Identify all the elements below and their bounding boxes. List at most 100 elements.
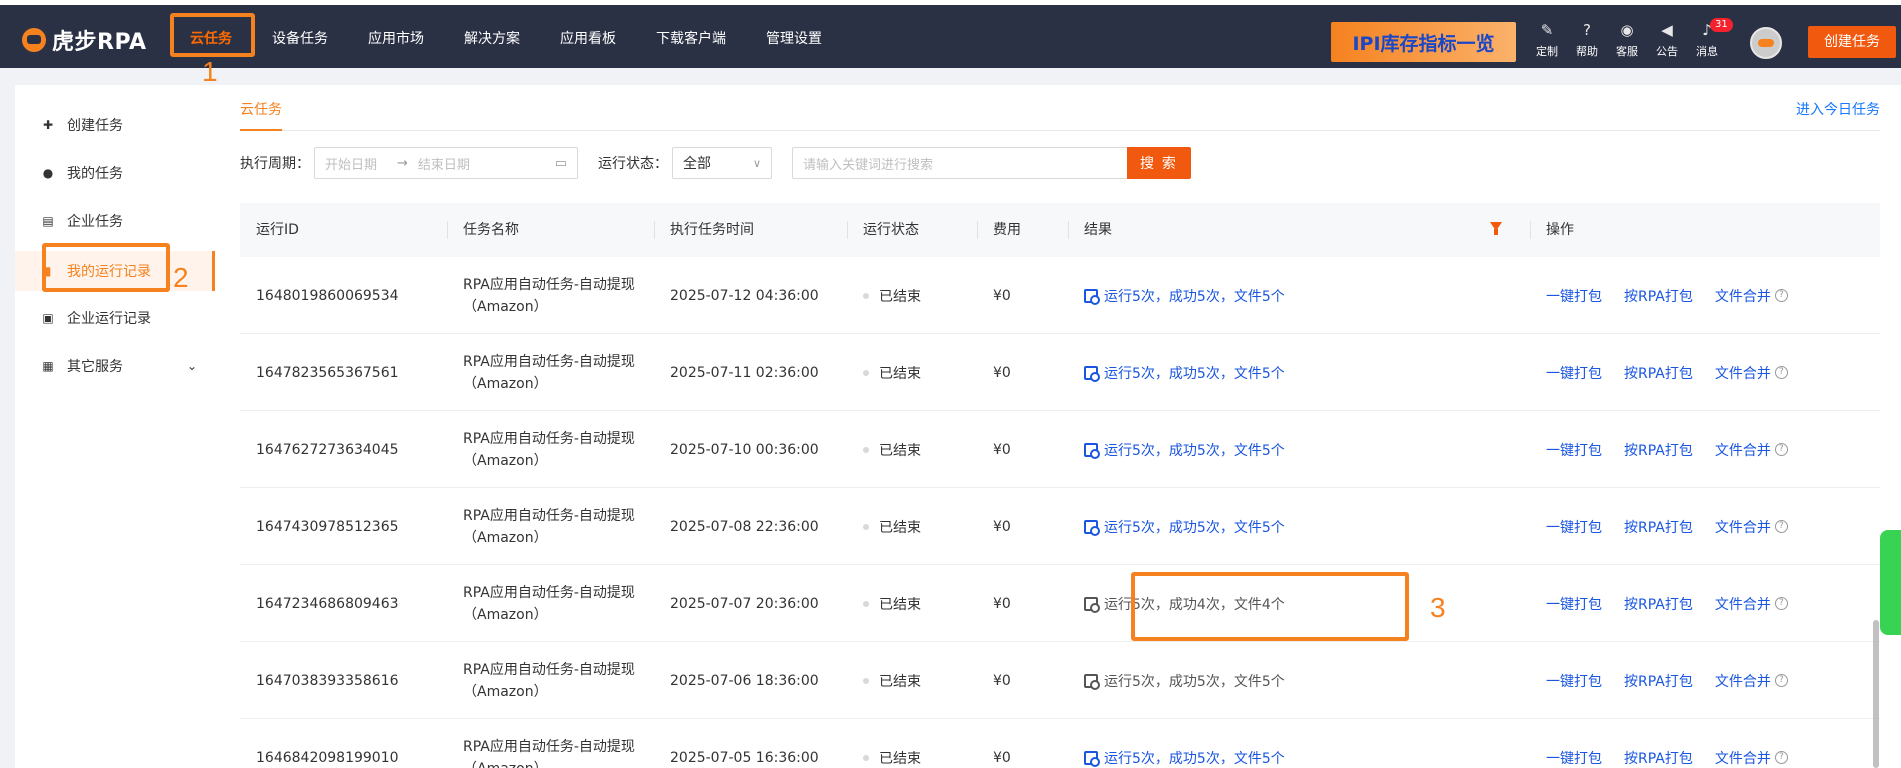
nav-app-market[interactable]: 应用市场 — [348, 15, 444, 63]
result-text: 运行5次，成功5次，文件5个 — [1104, 442, 1285, 459]
status-cell: 已结束 — [847, 257, 921, 334]
merge-files-button[interactable]: 文件合并 — [1715, 671, 1771, 691]
table-header: 运行ID 任务名称 执行任务时间 运行状态 费用 结果 操作 — [240, 203, 1880, 257]
pack-by-rpa-button[interactable]: 按RPA打包 — [1624, 594, 1693, 614]
exec-time-cell: 2025-07-07 20:36:00 — [670, 595, 819, 612]
brand-logo[interactable]: 虎步RPA — [22, 25, 147, 55]
tool-customize[interactable]: ✎ 定制 — [1530, 22, 1564, 59]
sidebar-item-create-task[interactable]: ✚ 创建任务 — [15, 105, 215, 145]
question-circle-icon[interactable]: ? — [1774, 520, 1788, 533]
sidebar-item-enterprise-tasks[interactable]: ▤ 企业任务 — [15, 201, 215, 241]
create-task-button[interactable]: 创建任务 — [1808, 26, 1896, 58]
pack-button[interactable]: 一键打包 — [1546, 517, 1602, 537]
col-task-name: 任务名称 — [447, 203, 519, 257]
start-date-input[interactable]: 开始日期 — [325, 154, 377, 173]
pack-by-rpa-button[interactable]: 按RPA打包 — [1624, 363, 1693, 383]
tab-bar: 云任务 进入今日任务 — [240, 85, 1880, 131]
status-text: 已结束 — [879, 442, 921, 459]
tool-support[interactable]: ◉ 客服 — [1610, 22, 1644, 59]
status-select[interactable]: 全部 ∨ — [672, 147, 772, 179]
pack-button[interactable]: 一键打包 — [1546, 748, 1602, 768]
filter-bar: 执行周期： 开始日期 → 结束日期 ▭ 运行状态： 全部 ∨ 请输入关键词进行搜… — [240, 147, 1191, 179]
user-avatar[interactable] — [1750, 27, 1782, 59]
actions-cell: 一键打包 按RPA打包 文件合并? — [1530, 257, 1788, 334]
tool-announcement[interactable]: ◀ 公告 — [1650, 22, 1684, 59]
status-dot-icon — [863, 446, 869, 453]
question-circle-icon[interactable]: ? — [1774, 674, 1788, 687]
task-name-line1: RPA应用自动任务-自动提现 — [463, 430, 635, 447]
ipi-banner[interactable]: IPI库存指标一览 — [1331, 22, 1516, 62]
headset-icon: ◉ — [1620, 21, 1634, 39]
floating-assistant-widget[interactable] — [1880, 530, 1901, 635]
pack-by-rpa-button[interactable]: 按RPA打包 — [1624, 671, 1693, 691]
sidebar-item-other-services[interactable]: ▦ 其它服务 ⌄ — [15, 346, 215, 386]
merge-files-button[interactable]: 文件合并 — [1715, 363, 1771, 383]
tab-cloud-task[interactable]: 云任务 — [240, 99, 282, 131]
megaphone-icon: ◀ — [1661, 21, 1673, 39]
pack-by-rpa-button[interactable]: 按RPA打包 — [1624, 440, 1693, 460]
tool-label: 帮助 — [1576, 45, 1598, 58]
merge-files-button[interactable]: 文件合并 — [1715, 517, 1771, 537]
pack-button[interactable]: 一键打包 — [1546, 594, 1602, 614]
end-date-input[interactable]: 结束日期 — [418, 154, 470, 173]
merge-files-button[interactable]: 文件合并 — [1715, 748, 1771, 768]
task-name-line1: RPA应用自动任务-自动提现 — [463, 661, 635, 678]
fee-cell: ¥0 — [993, 441, 1011, 458]
tool-help[interactable]: ? 帮助 — [1570, 22, 1604, 59]
status-cell: 已结束 — [847, 642, 921, 719]
sidebar-item-enterprise-run-records[interactable]: ▣ 企业运行记录 — [15, 298, 215, 338]
result-text: 运行5次，成功5次，文件5个 — [1104, 365, 1285, 382]
sidebar: ✚ 创建任务 ● 我的任务 ▤ 企业任务 ▮ 我的运行记录 ▣ 企业运行记录 ▦… — [15, 85, 215, 768]
filter-icon[interactable] — [1490, 222, 1502, 235]
pack-button[interactable]: 一键打包 — [1546, 671, 1602, 691]
today-tasks-link[interactable]: 进入今日任务 — [1796, 99, 1880, 119]
report-search-icon — [1084, 519, 1100, 536]
result-cell: 运行5次，成功5次，文件5个 — [1068, 642, 1285, 719]
fee-cell: ¥0 — [993, 595, 1011, 612]
table-row: 1648019860069534 RPA应用自动任务-自动提现 （Amazon） 20… — [240, 257, 1880, 334]
nav-app-dashboard[interactable]: 应用看板 — [540, 15, 636, 63]
search-button[interactable]: 搜 索 — [1127, 147, 1191, 179]
merge-files-button[interactable]: 文件合并 — [1715, 440, 1771, 460]
task-name-line2: （Amazon） — [463, 298, 548, 315]
date-range-picker[interactable]: 开始日期 → 结束日期 ▭ — [314, 147, 578, 179]
vertical-scrollbar[interactable] — [1873, 620, 1879, 768]
status-text: 已结束 — [879, 596, 921, 613]
result-link[interactable]: 运行5次，成功5次，文件5个 — [1084, 440, 1285, 460]
nav-device-task[interactable]: 设备任务 — [252, 15, 348, 63]
pack-by-rpa-button[interactable]: 按RPA打包 — [1624, 748, 1693, 768]
result-link[interactable]: 运行5次，成功5次，文件5个 — [1084, 286, 1285, 306]
result-link[interactable]: 运行5次，成功5次，文件5个 — [1084, 363, 1285, 383]
fee-cell: ¥0 — [993, 364, 1011, 381]
merge-files-button[interactable]: 文件合并 — [1715, 286, 1771, 306]
task-name-line1: RPA应用自动任务-自动提现 — [463, 276, 635, 293]
search-input[interactable]: 请输入关键词进行搜索 — [792, 147, 1127, 179]
actions-cell: 一键打包 按RPA打包 文件合并? — [1530, 642, 1788, 719]
merge-files-button[interactable]: 文件合并 — [1715, 594, 1771, 614]
exec-time-cell: 2025-07-12 04:36:00 — [670, 287, 819, 304]
result-link[interactable]: 运行5次，成功5次，文件5个 — [1084, 517, 1285, 537]
pack-button[interactable]: 一键打包 — [1546, 440, 1602, 460]
result-text: 运行5次，成功5次，文件5个 — [1104, 519, 1285, 536]
pack-by-rpa-button[interactable]: 按RPA打包 — [1624, 286, 1693, 306]
highlight-box-3 — [1131, 572, 1409, 641]
question-circle-icon[interactable]: ? — [1774, 289, 1788, 302]
help-icon: ? — [1583, 21, 1591, 39]
pack-button[interactable]: 一键打包 — [1546, 286, 1602, 306]
question-circle-icon[interactable]: ? — [1774, 597, 1788, 610]
question-circle-icon[interactable]: ? — [1774, 366, 1788, 379]
nav-solutions[interactable]: 解决方案 — [444, 15, 540, 63]
actions-cell: 一键打包 按RPA打包 文件合并? — [1530, 719, 1788, 768]
result-link[interactable]: 运行5次，成功5次，文件5个 — [1084, 671, 1285, 691]
result-text: 运行5次，成功5次，文件5个 — [1104, 750, 1285, 767]
sidebar-item-my-tasks[interactable]: ● 我的任务 — [15, 153, 215, 193]
pack-button[interactable]: 一键打包 — [1546, 363, 1602, 383]
tool-messages[interactable]: ♪ 31 消息 — [1690, 18, 1733, 59]
nav-download-client[interactable]: 下载客户端 — [636, 15, 746, 63]
question-circle-icon[interactable]: ? — [1774, 443, 1788, 456]
status-dot-icon — [863, 523, 869, 530]
result-link[interactable]: 运行5次，成功5次，文件5个 — [1084, 748, 1285, 768]
pack-by-rpa-button[interactable]: 按RPA打包 — [1624, 517, 1693, 537]
question-circle-icon[interactable]: ? — [1774, 751, 1788, 764]
nav-admin-settings[interactable]: 管理设置 — [746, 15, 842, 63]
